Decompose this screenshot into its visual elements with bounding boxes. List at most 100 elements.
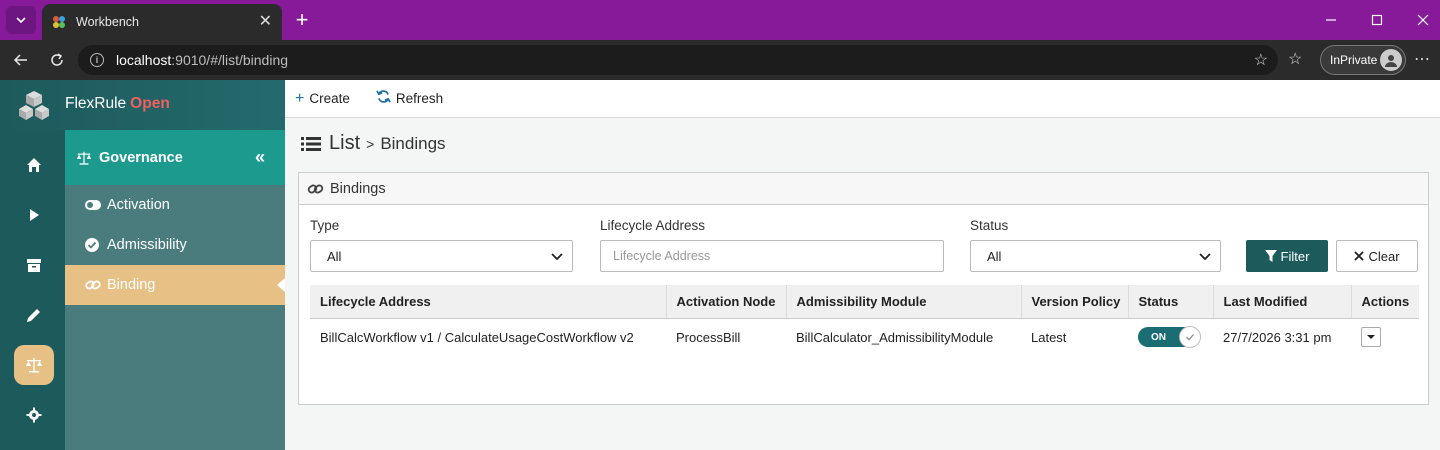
maximize-button[interactable] bbox=[1362, 8, 1392, 32]
refresh-button[interactable]: Refresh bbox=[376, 89, 443, 109]
close-icon bbox=[1417, 14, 1429, 26]
filter-button[interactable]: Filter bbox=[1246, 240, 1328, 272]
cell-version-policy: Latest bbox=[1031, 329, 1067, 345]
lifecycle-address-label: Lifecycle Address bbox=[600, 218, 706, 233]
cell-actions bbox=[1351, 318, 1419, 356]
clear-button[interactable]: Clear bbox=[1336, 240, 1418, 272]
home-icon bbox=[27, 158, 41, 172]
table-row[interactable]: BillCalcWorkflow v1 / CalculateUsageCost… bbox=[310, 318, 1419, 356]
brand-edition: Open bbox=[130, 95, 170, 112]
refresh-label: Refresh bbox=[395, 91, 444, 106]
chevron-down-icon bbox=[16, 17, 26, 24]
status-label: Status bbox=[970, 218, 1009, 233]
link-icon bbox=[85, 278, 101, 292]
scale-icon bbox=[26, 358, 42, 373]
cell-status: ON bbox=[1128, 318, 1213, 356]
browser-titlebar: Workbench ✕ + bbox=[0, 0, 1440, 40]
refresh-icon bbox=[376, 89, 391, 109]
cell-last-modified: 27/7/2026 3:31 pm bbox=[1223, 329, 1332, 345]
rail-home[interactable] bbox=[14, 145, 54, 185]
favorite-star-icon[interactable]: ☆ bbox=[1254, 50, 1268, 70]
url-path: :9010/#/list/binding bbox=[171, 52, 289, 68]
panel-header: Bindings bbox=[299, 173, 1428, 205]
submenu-item-label: Binding bbox=[107, 277, 156, 293]
caret-down-icon bbox=[1367, 335, 1375, 340]
create-button[interactable]: + Create bbox=[295, 90, 350, 108]
collapse-menu-icon[interactable]: « bbox=[255, 147, 265, 168]
submenu-item-binding[interactable]: Binding bbox=[65, 265, 285, 305]
more-menu-icon[interactable]: ⋯ bbox=[1414, 49, 1431, 69]
toggle-icon bbox=[85, 200, 101, 210]
chevron-down-icon bbox=[551, 253, 563, 261]
status-toggle[interactable]: ON bbox=[1138, 326, 1201, 349]
scale-icon bbox=[76, 151, 92, 165]
url-host: localhost bbox=[116, 52, 172, 68]
bindings-table: Lifecycle Address Activation Node Admiss… bbox=[310, 285, 1419, 356]
reload-button[interactable] bbox=[44, 48, 70, 72]
back-button[interactable] bbox=[8, 48, 34, 72]
inprivate-badge[interactable]: InPrivate bbox=[1320, 45, 1406, 75]
close-tab-icon[interactable]: ✕ bbox=[259, 14, 272, 30]
maximize-icon bbox=[1371, 14, 1383, 26]
main-content: + Create Refresh List > Bindings Binding… bbox=[285, 80, 1440, 450]
column-header-activation-node[interactable]: Activation Node bbox=[666, 285, 787, 319]
rail-edit[interactable] bbox=[14, 295, 54, 335]
close-window-button[interactable] bbox=[1408, 8, 1438, 32]
governance-submenu: Governance « Activation Admissibility Bi… bbox=[65, 130, 285, 450]
inprivate-label: InPrivate bbox=[1330, 53, 1378, 67]
type-select-value: All bbox=[327, 248, 342, 264]
workbench-favicon bbox=[53, 16, 65, 28]
tab-title: Workbench bbox=[76, 15, 139, 29]
cell-admissibility-module: BillCalculator_AdmissibilityModule bbox=[796, 329, 994, 345]
panel-title: Bindings bbox=[330, 180, 386, 197]
link-icon bbox=[307, 182, 324, 196]
cell-lifecycle-address: BillCalcWorkflow v1 / CalculateUsageCost… bbox=[320, 329, 634, 345]
check-icon bbox=[1179, 326, 1201, 349]
profile-avatar-icon bbox=[1380, 49, 1402, 71]
minimize-button[interactable] bbox=[1316, 8, 1346, 32]
arrow-left-icon bbox=[13, 54, 27, 66]
cell-activation-node: ProcessBill bbox=[676, 329, 741, 345]
column-header-version-policy[interactable]: Version Policy bbox=[1021, 285, 1129, 319]
rail-governance[interactable] bbox=[14, 345, 54, 385]
column-header-admissibility-module[interactable]: Admissibility Module bbox=[786, 285, 1022, 319]
tab-actions-button[interactable] bbox=[6, 6, 36, 34]
status-select[interactable]: All bbox=[970, 240, 1221, 272]
play-icon bbox=[30, 209, 39, 221]
submenu-header: Governance « bbox=[65, 130, 285, 185]
url-bar[interactable]: i localhost:9010/#/list/binding ☆ bbox=[78, 45, 1278, 75]
page-separator: > bbox=[366, 135, 375, 152]
type-select[interactable]: All bbox=[310, 240, 573, 272]
list-icon bbox=[301, 136, 321, 152]
brand-name: FlexRule Open bbox=[65, 95, 170, 113]
rail-run[interactable] bbox=[14, 195, 54, 235]
table-header-row: Lifecycle Address Activation Node Admiss… bbox=[310, 285, 1419, 319]
type-label: Type bbox=[310, 218, 340, 233]
check-circle-icon bbox=[85, 238, 101, 252]
clear-label: Clear bbox=[1368, 248, 1400, 264]
submenu-item-label: Admissibility bbox=[107, 237, 187, 253]
site-info-icon[interactable]: i bbox=[90, 53, 104, 67]
rail-archive[interactable] bbox=[14, 245, 54, 285]
close-icon bbox=[1354, 251, 1365, 261]
chevron-down-icon bbox=[1199, 253, 1211, 261]
column-header-last-modified[interactable]: Last Modified bbox=[1213, 285, 1352, 319]
column-header-lifecycle-address[interactable]: Lifecycle Address bbox=[310, 285, 667, 319]
reload-icon bbox=[51, 53, 63, 66]
favorites-icon[interactable]: ☆ bbox=[1288, 49, 1302, 69]
column-header-status[interactable]: Status bbox=[1128, 285, 1214, 319]
submenu-item-admissibility[interactable]: Admissibility bbox=[65, 225, 285, 265]
status-toggle-label: ON bbox=[1151, 331, 1166, 343]
browser-tab[interactable]: Workbench ✕ bbox=[42, 4, 282, 40]
lifecycle-address-input[interactable] bbox=[600, 240, 944, 272]
row-actions-dropdown[interactable] bbox=[1361, 327, 1381, 348]
new-tab-button[interactable]: + bbox=[290, 7, 314, 32]
filter-icon bbox=[1264, 250, 1277, 262]
toolbar: + Create Refresh bbox=[285, 80, 1440, 118]
submenu-item-activation[interactable]: Activation bbox=[65, 185, 285, 225]
page-title: List > Bindings bbox=[301, 132, 446, 155]
bindings-panel: Bindings Type All Lifecycle Address Stat… bbox=[298, 172, 1429, 405]
archive-icon bbox=[27, 259, 41, 272]
status-select-value: All bbox=[987, 248, 1002, 264]
rail-settings[interactable] bbox=[14, 395, 54, 435]
